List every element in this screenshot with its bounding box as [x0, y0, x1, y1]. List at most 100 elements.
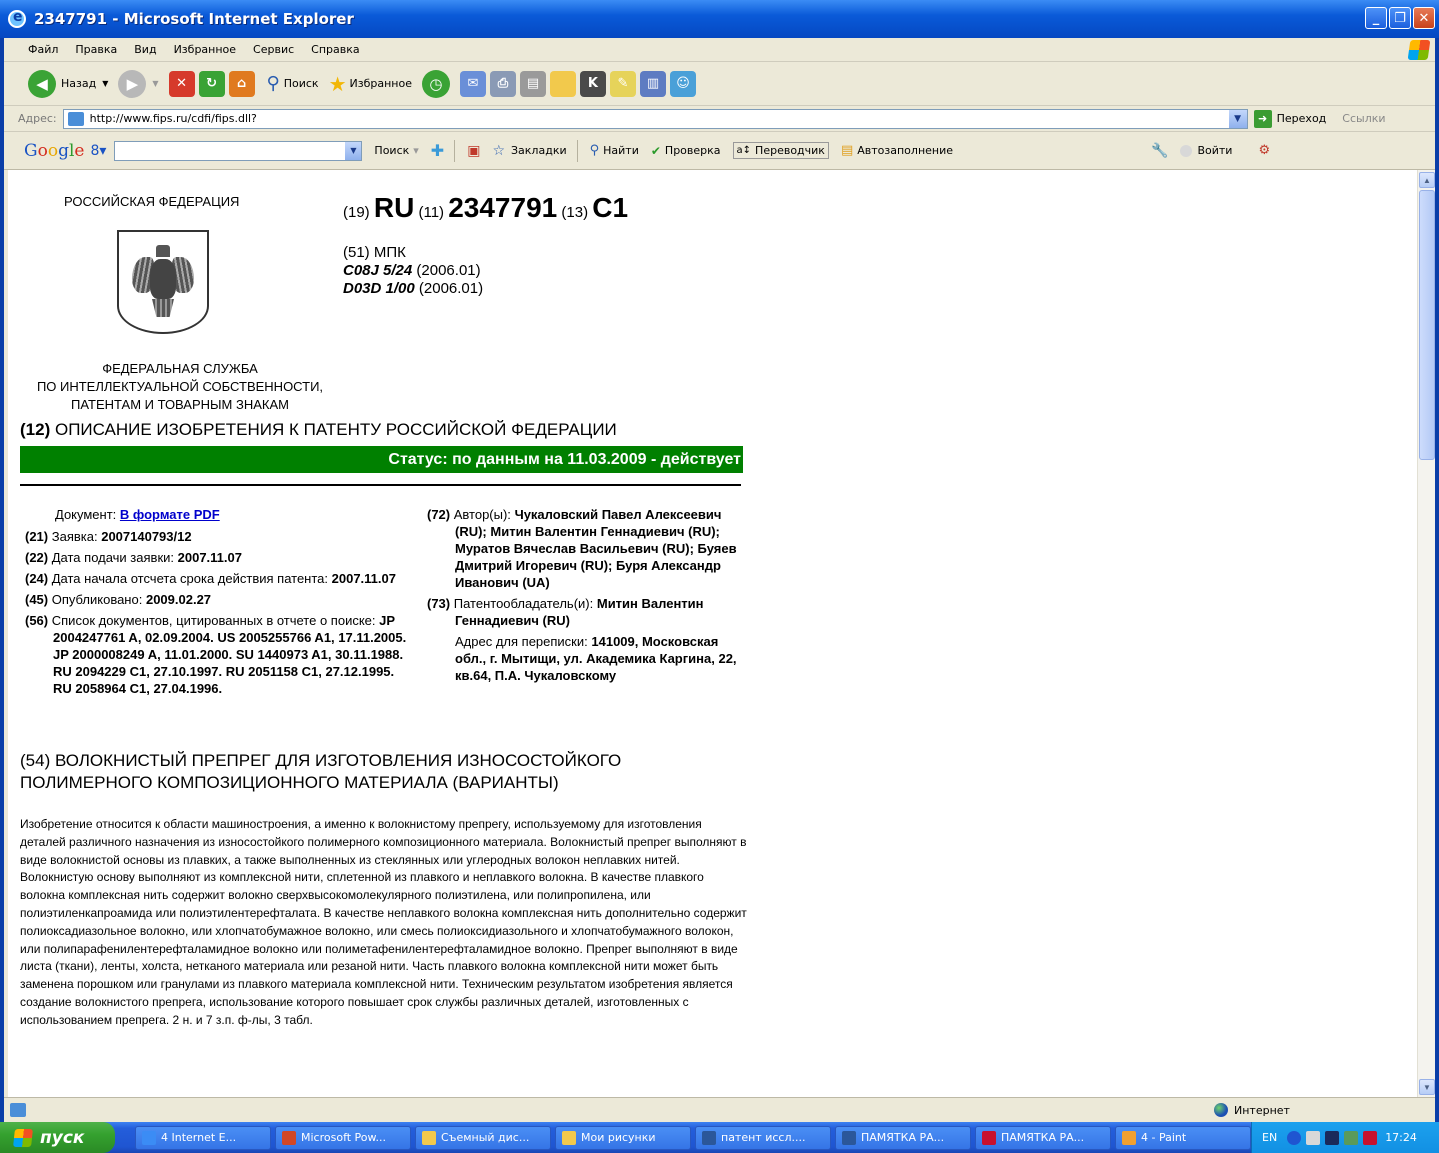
signin-label: Войти [1197, 144, 1233, 157]
translate-button[interactable]: a↕ Переводчик [732, 142, 829, 159]
search-button[interactable]: ⚲ Поиск [267, 73, 319, 94]
task-icon [842, 1130, 856, 1145]
k-icon[interactable]: K [579, 70, 606, 97]
autofill-icon: ▤ [840, 143, 854, 158]
mail-icon[interactable]: ✉ [459, 70, 486, 97]
task-icon [1122, 1130, 1136, 1145]
window-title: 2347791 - Microsoft Internet Explorer [34, 10, 354, 28]
ipc-block: (51) МПК C08J 5/24 (2006.01) D03D 1/00 (… [343, 244, 483, 298]
favorites-button[interactable]: ★ Избранное [329, 72, 412, 96]
menu-file[interactable]: Файл [28, 43, 58, 56]
autofill-button[interactable]: ▤ Автозаполнение [841, 143, 953, 158]
ipc-code: D03D 1/00 [343, 280, 415, 297]
popup-blocker-icon[interactable]: ▣ [467, 143, 480, 159]
menu-tools[interactable]: Сервис [253, 43, 294, 56]
menu-edit[interactable]: Правка [75, 43, 117, 56]
desc-code: (12) [20, 420, 51, 439]
address-input[interactable]: http://www.fips.ru/cdfi/fips.dll? ▼ [62, 108, 1248, 129]
google-search-button[interactable]: Поиск ▾ [374, 144, 418, 157]
google-toolbar: Google 8▾ ▼ Поиск ▾ ✚ ▣ ☆ Закладки ⚲ Найти … [4, 132, 1435, 170]
title-bar[interactable]: 2347791 - Microsoft Internet Explorer _ … [0, 0, 1439, 38]
inid-code: (54) [20, 751, 51, 770]
google-menu-icon[interactable]: 8▾ [90, 143, 106, 159]
research-icon[interactable]: ▥ [639, 70, 666, 97]
pdf-link[interactable]: В формате PDF [120, 507, 220, 522]
taskbar-button[interactable]: ПАМЯТКА РА... [975, 1125, 1111, 1150]
task-buttons: 4 Internet E... Microsoft Pow... Съемный д… [135, 1125, 1255, 1150]
taskbar-button[interactable]: 4 Internet E... [135, 1125, 271, 1150]
go-button[interactable]: ➜ Переход [1253, 109, 1326, 128]
translate-icon: a↕ [736, 145, 752, 156]
taskbar-button[interactable]: Microsoft Pow... [275, 1125, 411, 1150]
favorites-label: Избранное [349, 77, 412, 90]
menu-view[interactable]: Вид [134, 43, 156, 56]
field-label: Заявка: [51, 529, 98, 544]
signin-button[interactable]: Войти [1180, 144, 1232, 157]
bookmarks-button[interactable]: ☆ Закладки [492, 143, 566, 159]
messenger-icon[interactable]: ☺ [669, 70, 696, 97]
country-code: RU [373, 192, 415, 223]
taskbar-button[interactable]: Съемный дис... [415, 1125, 551, 1150]
forward-button[interactable]: ▶ ▼ [118, 69, 159, 98]
ie-icon [8, 9, 26, 28]
tray-arrow-icon[interactable] [1287, 1130, 1302, 1145]
agency-line: ФЕДЕРАЛЬНАЯ СЛУЖБА [102, 361, 258, 376]
vertical-scrollbar[interactable]: ▲ ▼ [1417, 170, 1435, 1097]
start-button[interactable]: пуск [0, 1122, 115, 1153]
folder-icon[interactable] [549, 70, 576, 97]
tray-sound-icon[interactable] [1344, 1130, 1359, 1145]
scroll-down-icon[interactable]: ▼ [1419, 1079, 1435, 1095]
taskbar-button[interactable]: патент иссл.... [695, 1125, 831, 1150]
find-button[interactable]: ⚲ Найти [590, 143, 639, 158]
language-indicator[interactable]: EN [1262, 1131, 1277, 1144]
agency-name: ФЕДЕРАЛЬНАЯ СЛУЖБА ПО ИНТЕЛЛЕКТУАЛЬНОЙ С… [8, 360, 352, 414]
links-label[interactable]: Ссылки [1342, 112, 1385, 125]
search-label: Поиск [283, 77, 319, 90]
country-header: РОССИЙСКАЯ ФЕДЕРАЦИЯ [64, 194, 240, 209]
bookmarks-label: Закладки [511, 144, 567, 157]
google-search-input[interactable]: ▼ [114, 140, 363, 161]
spellcheck-button[interactable]: ✔ Проверка [651, 144, 721, 158]
scroll-thumb[interactable] [1419, 190, 1435, 460]
notes-icon[interactable]: ✎ [609, 70, 636, 97]
task-label: ПАМЯТКА РА... [861, 1131, 945, 1144]
close-button[interactable]: ✕ [1413, 7, 1435, 29]
plus-icon[interactable]: ✚ [431, 141, 444, 160]
wrench-icon[interactable]: 🔧 [1151, 143, 1168, 159]
divider [20, 484, 741, 486]
tray-network-icon[interactable] [1325, 1130, 1340, 1145]
globe-icon [1214, 1103, 1228, 1117]
maximize-button[interactable]: ❐ [1389, 7, 1411, 29]
taskbar-button[interactable]: ПАМЯТКА РА... [835, 1125, 971, 1150]
stop-icon[interactable]: ✕ [168, 70, 195, 97]
coat-of-arms-emblem [117, 230, 209, 334]
patent-number: (19) RU (11) 2347791 (13) C1 [343, 192, 628, 224]
code-11: (11) [418, 204, 445, 221]
tray-user-icon[interactable] [1306, 1130, 1321, 1145]
system-tray: EN 17:24 [1251, 1122, 1439, 1153]
settings-icon[interactable]: ⚙ [1258, 143, 1270, 158]
refresh-icon[interactable]: ↻ [198, 70, 225, 97]
google-search-label: Поиск [374, 144, 410, 157]
agency-line: ПО ИНТЕЛЛЕКТУАЛЬНОЙ СОБСТВЕННОСТИ, [36, 379, 324, 394]
taskbar-button[interactable]: Мои рисунки [555, 1125, 691, 1150]
field-label: Автор(ы): [453, 507, 511, 522]
minimize-button[interactable]: _ [1365, 7, 1387, 29]
home-icon[interactable]: ⌂ [228, 70, 255, 97]
taskbar-button[interactable]: 4 - Paint [1115, 1125, 1251, 1150]
menu-help[interactable]: Справка [311, 43, 359, 56]
scroll-up-icon[interactable]: ▲ [1419, 172, 1435, 188]
field-label: Список документов, цитированных в отчете… [51, 613, 376, 628]
application-number: 2007140793/12 [101, 529, 192, 544]
menu-favorites[interactable]: Избранное [174, 43, 236, 56]
agency-line: ПАТЕНТАМ И ТОВАРНЫМ ЗНАКАМ [71, 397, 289, 412]
chevron-down-icon: ▾ [413, 144, 419, 157]
back-button[interactable]: ◀ Назад ▼ [28, 69, 108, 98]
history-icon[interactable]: ◷ [421, 69, 450, 98]
print-icon[interactable]: ⎙ [489, 70, 516, 97]
ipc-label: (51) МПК [343, 244, 406, 261]
chevron-down-icon[interactable]: ▼ [345, 141, 362, 160]
tray-k-icon[interactable] [1363, 1130, 1378, 1145]
edit-icon[interactable]: ▤ [519, 70, 546, 97]
chevron-down-icon[interactable]: ▼ [1228, 109, 1247, 128]
